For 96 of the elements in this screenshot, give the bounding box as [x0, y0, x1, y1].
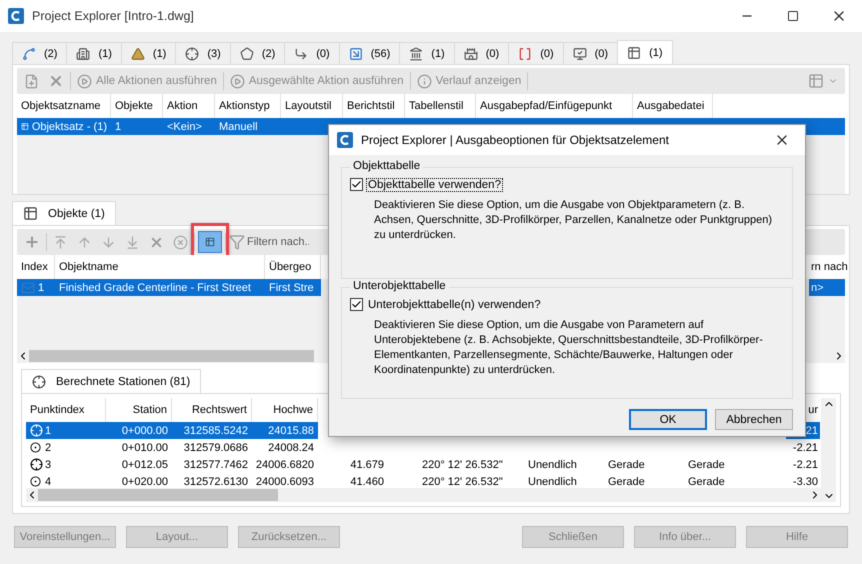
- spline-icon: [22, 46, 36, 60]
- table-cell: 1: [26, 422, 106, 439]
- table-cell-text: 41.679: [349, 458, 385, 472]
- check-icon: [351, 179, 362, 190]
- envelope-icon: [21, 280, 35, 294]
- arrow-down-icon: [101, 234, 116, 250]
- info-icon: [416, 74, 432, 88]
- table-cell-text: 1: [114, 120, 122, 134]
- crosshair-icon: [185, 46, 200, 60]
- scrollbar-thumb[interactable]: [29, 350, 314, 362]
- castle-icon: [464, 46, 478, 60]
- table-cell-text: Finished Grade Centerline - First Street: [58, 280, 252, 296]
- table-cell-text: Gerade: [607, 458, 646, 472]
- table-cell-text: <Kein>: [166, 120, 203, 134]
- table-cell-text: Gerade: [687, 474, 726, 490]
- filter-icon: [229, 234, 245, 250]
- plus-icon: [24, 234, 40, 250]
- objects-tab[interactable]: Objekte (1): [12, 201, 116, 225]
- table-icon: [627, 46, 642, 60]
- table-cell: n>: [809, 279, 845, 296]
- dialog-button[interactable]: OK: [629, 409, 707, 430]
- table-options-button[interactable]: [198, 231, 222, 253]
- monitor-icon: [572, 46, 587, 60]
- table-cell-text: 312572.6130: [182, 474, 249, 490]
- crosshair-icon: [30, 458, 43, 471]
- crosshair-icon: [32, 374, 46, 388]
- table-cell-text: 0+012.05: [120, 458, 169, 472]
- crosshair-icon: [30, 424, 43, 437]
- bracket-icon: [518, 46, 532, 60]
- play-icon: [77, 74, 92, 88]
- table-cell-text: 24015.88: [267, 424, 315, 438]
- triangle-icon: [130, 46, 145, 60]
- table-cell-text: 24000.6093: [254, 474, 315, 490]
- object-type-tab[interactable]: (2): [12, 42, 68, 64]
- table-cell-text: -3.30: [792, 474, 819, 490]
- table-cell: 3: [26, 456, 106, 473]
- pentagon-icon: [240, 46, 254, 60]
- table-cell-text: 24006.6820: [254, 458, 315, 472]
- dialog-button[interactable]: Abbrechen: [715, 409, 793, 430]
- option-description: Deaktivieren Sie diese Option, um die Ausgabe von Parametern auf Unterobjektebene (z. B. Achsobjekte, Querschnittsbestandteile, 3D-Profilkörper-Elementkanten, Parzellensegmente, Schächte/Bauwerke, Haltungen oder Koordinatenpunkte) zu unterdrücken.: [374, 318, 764, 378]
- table-icon: [21, 120, 29, 133]
- table-cell-text: Gerade: [607, 474, 646, 490]
- group-heading: Unterobjekttabelle: [350, 280, 449, 292]
- table-row[interactable]: 2 0+010.00 312579.0686 24008.24: [26, 439, 318, 456]
- option-description: Deaktivieren Sie diese Option, um die Ausgabe von Objektparametern (z. B. Achsen, Querschnitte, 3D-Profilkörper, Parzellen, Kanalnetze oder Punktgruppen) zu unterdrücken.: [374, 198, 774, 243]
- table-cell: Objektsatz - (1): [17, 118, 111, 135]
- checkbox[interactable]: [350, 298, 363, 311]
- point-icon: [30, 442, 41, 453]
- table-cell: 1: [17, 279, 55, 296]
- table-cell-text: Unendlich: [527, 474, 578, 490]
- table-cell-text: 220° 12' 26.532": [421, 458, 504, 472]
- delete-icon: [48, 73, 64, 89]
- stations-tab[interactable]: Berechnete Stationen (81): [21, 369, 202, 393]
- object-type-tab[interactable]: (1): [617, 40, 673, 64]
- table-cell-text: -2.21: [792, 440, 819, 456]
- checkbox-label[interactable]: Objekttabelle verwenden?: [367, 178, 502, 190]
- table-cell-text: 312585.5242: [182, 424, 249, 438]
- table-cell-text: 312579.0686: [182, 440, 249, 456]
- table-cell-text: 220° 12' 26.532": [421, 474, 504, 490]
- dialog-title: Project Explorer | Ausgabeoptionen für Objektsatzelement: [361, 133, 670, 147]
- arrow-up-to-line-icon: [53, 234, 68, 250]
- table-cell-text: 0+010.00: [120, 440, 169, 456]
- table-cell: 4: [26, 473, 106, 490]
- play-icon: [230, 74, 245, 88]
- maximize-icon: [787, 10, 799, 22]
- checkbox[interactable]: [350, 178, 363, 191]
- columns-icon: [409, 46, 424, 60]
- check-icon: [351, 299, 362, 310]
- table-icon: [23, 206, 38, 221]
- app-logo-icon: [337, 132, 353, 148]
- curve-arrow-icon: [294, 46, 308, 60]
- arrow-down-to-line-icon: [125, 234, 140, 250]
- new-file-icon: [24, 74, 39, 88]
- table-cell-text: 0+020.00: [120, 474, 169, 490]
- table-cell-text: 0+000.00: [120, 424, 169, 438]
- table-cell-text: Unendlich: [527, 458, 578, 472]
- scrollbar-thumb[interactable]: [38, 489, 278, 501]
- point-icon: [30, 476, 41, 487]
- table-cell-text: 312577.7462: [182, 458, 249, 472]
- table-cell-text: 41.460: [349, 474, 385, 490]
- table-icon: [808, 73, 824, 89]
- app-logo-icon: [8, 8, 24, 24]
- table-cell: 2: [26, 439, 106, 456]
- building-icon: [76, 46, 90, 60]
- window-title: Project Explorer [Intro-1.dwg]: [32, 9, 195, 23]
- table-row[interactable]: 1 0+000.00 312585.5242 24015.88: [26, 422, 318, 439]
- table-cell-text: Gerade: [687, 458, 726, 472]
- table-cell-text: -2.21: [792, 458, 819, 472]
- group-heading: Objekttabelle: [350, 160, 424, 172]
- table-cell-text: First Stre: [268, 280, 315, 296]
- table-cell-text: 24008.24: [267, 440, 315, 456]
- clear-icon: [173, 234, 188, 250]
- table-icon: [205, 235, 215, 249]
- table-cell-text: Manuell: [218, 120, 259, 134]
- table-row[interactable]: 1 Finished Grade Centerline - First Street First Stre: [17, 279, 321, 296]
- checkbox-label[interactable]: Unterobjekttabelle(n) verwenden?: [367, 298, 542, 310]
